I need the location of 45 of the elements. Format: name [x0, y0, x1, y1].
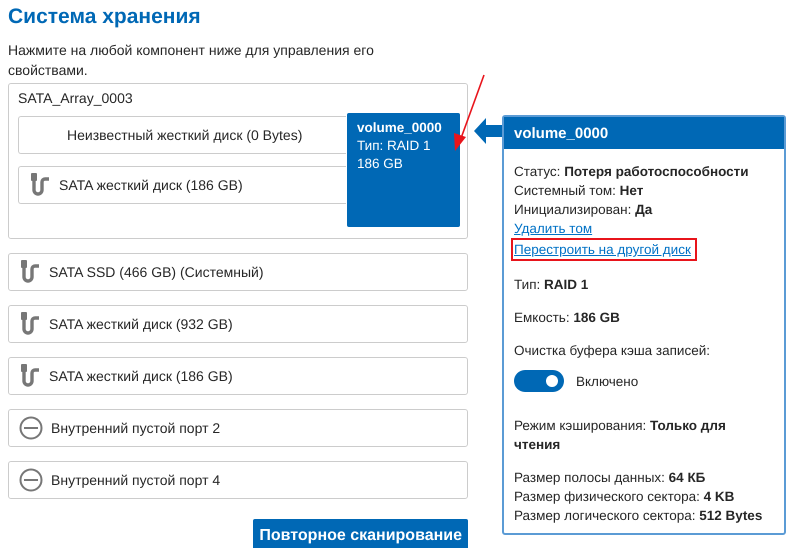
pointer-arrow-icon: [474, 117, 502, 145]
cable-icon: [19, 312, 41, 336]
minus-circle-icon: [19, 468, 43, 492]
property-line: Статус: Потеря работоспособности: [514, 163, 749, 181]
property-line: Емкость: 186 GB: [514, 309, 620, 327]
property-line: Размер физического сектора: 4 KB: [514, 488, 736, 506]
volume-tile[interactable]: volume_0000 Тип: RAID 1 186 GB: [347, 113, 460, 227]
rescan-button[interactable]: Повторное сканирование: [253, 519, 468, 548]
disk-label: SATA жесткий диск (186 GB): [49, 368, 233, 384]
disk-item[interactable]: Внутренний пустой порт 4: [8, 461, 468, 499]
array-card[interactable]: SATA_Array_0003 Неизвестный жесткий диск (0 Bytes) SATA жесткий диск (186 GB) volume_0000 Тип: RAID 1 186 GB: [8, 83, 468, 239]
property-line: Системный том: Нет: [514, 182, 644, 200]
disk-label: SATA жесткий диск (186 GB): [59, 177, 243, 193]
disk-item[interactable]: SATA жесткий диск (186 GB): [18, 166, 346, 204]
property-line: Тип: RAID 1: [514, 276, 588, 294]
disk-label: SATA SSD (466 GB) (Системный): [49, 264, 264, 280]
volume-type: Тип: RAID 1: [357, 137, 432, 155]
disk-label: Внутренний пустой порт 2: [51, 420, 220, 436]
property-line: Режим кэширования: Только для чтения: [514, 417, 727, 454]
cable-icon: [19, 260, 41, 284]
disk-item[interactable]: SATA SSD (466 GB) (Системный): [8, 253, 468, 291]
toggle-state: Включено: [576, 372, 638, 390]
property-line: Инициализирован: Да: [514, 201, 652, 219]
page-title: Система хранения: [8, 5, 201, 29]
disk-item[interactable]: SATA жесткий диск (186 GB): [8, 357, 468, 395]
disk-item[interactable]: SATA жесткий диск (932 GB): [8, 305, 468, 343]
minus-circle-icon: [19, 416, 43, 440]
cable-icon: [19, 364, 41, 388]
array-name: SATA_Array_0003: [18, 90, 134, 106]
volume-name: volume_0000: [357, 119, 443, 137]
description: Нажмите на любой компонент ниже для управления его свойствами.: [8, 41, 375, 80]
cable-icon: [29, 173, 51, 197]
property-line: Размер логического сектора: 512 Bytes: [514, 507, 762, 525]
volume-size: 186 GB: [357, 155, 404, 173]
toggle-label: Очистка буфера кэша записей:: [514, 342, 710, 360]
action-link[interactable]: Перестроить на другой диск: [514, 242, 691, 257]
action-link[interactable]: Удалить том: [514, 219, 592, 238]
disk-label: Внутренний пустой порт 4: [51, 472, 220, 488]
property-line: Размер полосы данных: 64 КБ: [514, 469, 706, 487]
disk-item[interactable]: Неизвестный жесткий диск (0 Bytes): [18, 116, 346, 154]
disk-item[interactable]: Внутренний пустой порт 2: [8, 409, 468, 447]
disk-label: Неизвестный жесткий диск (0 Bytes): [67, 127, 302, 143]
toggle-switch[interactable]: [514, 370, 564, 392]
disk-label: SATA жесткий диск (932 GB): [49, 316, 233, 332]
panel-title: volume_0000: [514, 124, 608, 142]
